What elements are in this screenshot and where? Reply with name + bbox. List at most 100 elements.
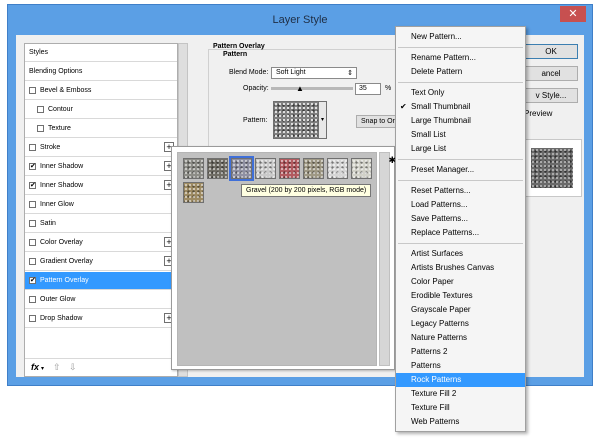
style-checkbox[interactable] [37, 125, 44, 132]
style-row[interactable]: Contour [25, 101, 177, 119]
window-title: Layer Style [272, 14, 328, 26]
menu-item[interactable]: Text Only [396, 86, 525, 100]
style-row[interactable]: ✔ Pattern Overlay [25, 272, 177, 290]
menu-item[interactable]: Artist Surfaces [396, 247, 525, 261]
style-checkbox[interactable] [29, 87, 36, 94]
style-row[interactable]: Stroke + [25, 139, 177, 157]
style-row-label: Gradient Overlay [40, 258, 93, 265]
pattern-subtitle: Pattern [223, 51, 248, 58]
pattern-swatch-5[interactable] [279, 158, 300, 179]
menu-item[interactable]: Nature Patterns [396, 331, 525, 345]
opacity-input[interactable]: 35 [355, 83, 381, 95]
style-row[interactable]: ✔ Inner Shadow + [25, 158, 177, 176]
menu-item[interactable]: Erodible Textures [396, 289, 525, 303]
pattern-picker-scrollbar[interactable] [379, 152, 390, 366]
menu-item[interactable]: Delete Pattern [396, 65, 525, 79]
pattern-swatch-2[interactable] [207, 158, 228, 179]
pattern-swatch-9[interactable] [183, 182, 204, 203]
menu-item[interactable]: Artists Brushes Canvas [396, 261, 525, 275]
style-checkbox[interactable] [29, 258, 36, 265]
menu-item[interactable]: Rename Pattern... [396, 51, 525, 65]
menu-item[interactable]: Preset Manager... [396, 163, 525, 177]
menu-item[interactable]: Texture Fill 2 [396, 387, 525, 401]
style-row[interactable]: Texture [25, 120, 177, 138]
new-style-button[interactable]: v Style... [524, 88, 578, 103]
move-up-icon[interactable]: ⇧ [53, 362, 61, 373]
style-row-label: Outer Glow [40, 296, 76, 303]
cancel-button[interactable]: ancel [524, 66, 578, 81]
fx-button[interactable]: fx [31, 362, 39, 372]
style-checkbox[interactable] [29, 296, 36, 303]
pattern-swatch-7[interactable] [327, 158, 348, 179]
pattern-swatch-6[interactable] [303, 158, 324, 179]
styles-list: Styles Blending Options Bevel & Emboss Cont… [24, 43, 178, 377]
menu-item[interactable]: Patterns 2 [396, 345, 525, 359]
ok-button[interactable]: OK [524, 44, 578, 59]
menu-item-label: Patterns [411, 361, 441, 370]
opacity-unit: % [385, 85, 392, 92]
style-row-label: Pattern Overlay [40, 277, 89, 284]
menu-item[interactable]: Small List [396, 128, 525, 142]
style-row-label: Texture [48, 125, 71, 132]
menu-item[interactable]: Color Paper [396, 275, 525, 289]
menu-separator [398, 243, 523, 244]
menu-item[interactable]: Large Thumbnail [396, 114, 525, 128]
menu-item[interactable]: New Pattern... [396, 30, 525, 44]
menu-separator [398, 180, 523, 181]
menu-item[interactable]: ✔ Small Thumbnail [396, 100, 525, 114]
menu-item[interactable]: Web Patterns [396, 415, 525, 429]
style-row[interactable]: Outer Glow [25, 291, 177, 309]
blend-mode-value: Soft Light [276, 69, 306, 76]
style-row-label: Styles [29, 49, 49, 56]
menu-item[interactable]: Large List [396, 142, 525, 156]
style-row[interactable]: Drop Shadow + [25, 310, 177, 328]
pattern-thumbnail[interactable] [273, 101, 319, 139]
style-row[interactable]: Inner Glow [25, 196, 177, 214]
menu-item[interactable]: Legacy Patterns [396, 317, 525, 331]
menu-item[interactable]: Rock Patterns [396, 373, 525, 387]
pattern-swatch-1[interactable] [183, 158, 204, 179]
style-row[interactable]: Gradient Overlay + [25, 253, 177, 271]
menu-item-label: Erodible Textures [411, 291, 473, 300]
menu-item[interactable]: Load Patterns... [396, 198, 525, 212]
style-row[interactable]: Bevel & Emboss [25, 82, 177, 100]
style-row[interactable]: Styles [25, 44, 177, 62]
style-row[interactable]: Color Overlay + [25, 234, 177, 252]
menu-separator [398, 82, 523, 83]
menu-item[interactable]: Replace Patterns... [396, 226, 525, 240]
move-down-icon[interactable]: ⇩ [69, 362, 77, 373]
opacity-slider-track[interactable] [271, 87, 353, 90]
menu-item[interactable]: Reset Patterns... [396, 184, 525, 198]
pattern-dropdown-button[interactable]: ▾ [319, 101, 327, 139]
pattern-swatch-gravel[interactable] [229, 156, 254, 181]
close-button[interactable]: ✕ [560, 6, 586, 22]
style-checkbox[interactable] [37, 106, 44, 113]
menu-item[interactable]: Patterns [396, 359, 525, 373]
menu-item-label: Grayscale Paper [411, 305, 471, 314]
menu-item-label: Legacy Patterns [411, 319, 469, 328]
menu-item[interactable]: Texture Fill [396, 401, 525, 415]
style-row-label: Satin [40, 220, 56, 227]
pattern-swatch-8[interactable] [351, 158, 372, 179]
menu-item-label: Texture Fill 2 [411, 389, 457, 398]
style-checkbox[interactable]: ✔ [29, 277, 36, 284]
pattern-tooltip: Gravel (200 by 200 pixels, RGB mode) [241, 184, 372, 197]
menu-item[interactable]: Grayscale Paper [396, 303, 525, 317]
style-checkbox[interactable] [29, 220, 36, 227]
style-row[interactable]: Blending Options [25, 63, 177, 81]
menu-item-label: Color Paper [411, 277, 454, 286]
style-checkbox[interactable] [29, 144, 36, 151]
menu-item[interactable]: Save Patterns... [396, 212, 525, 226]
opacity-slider-thumb[interactable]: ▲ [296, 85, 304, 93]
style-row[interactable]: Satin [25, 215, 177, 233]
style-row-label: Color Overlay [40, 239, 83, 246]
style-checkbox[interactable]: ✔ [29, 163, 36, 170]
style-checkbox[interactable] [29, 201, 36, 208]
style-row[interactable]: ✔ Inner Shadow + [25, 177, 177, 195]
style-checkbox[interactable] [29, 315, 36, 322]
style-checkbox[interactable]: ✔ [29, 182, 36, 189]
pattern-swatch-4[interactable] [255, 158, 276, 179]
blend-mode-select[interactable]: Soft Light ⇕ [271, 67, 357, 79]
style-checkbox[interactable] [29, 239, 36, 246]
style-row-label: Blending Options [29, 68, 83, 75]
